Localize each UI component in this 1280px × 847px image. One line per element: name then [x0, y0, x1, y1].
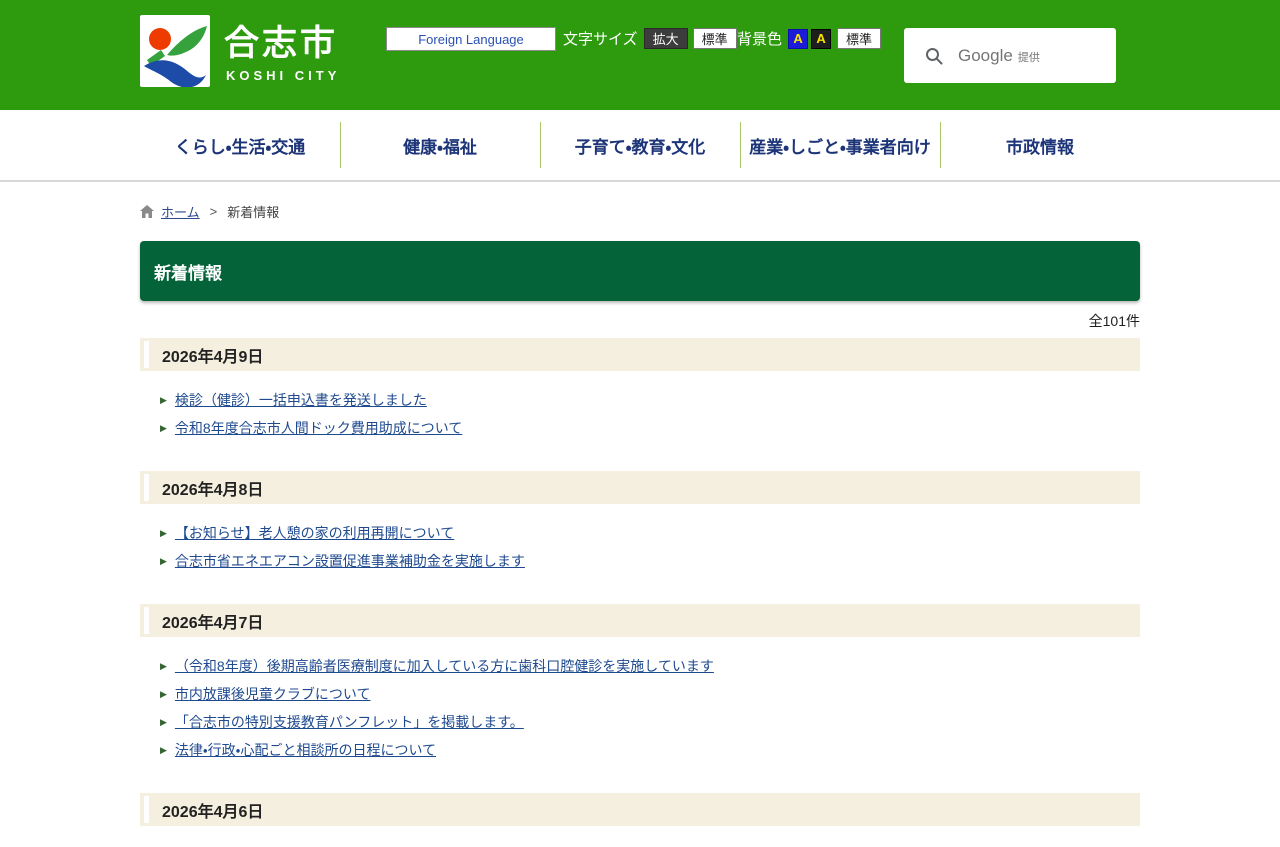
bg-color-black-button[interactable]: A [811, 28, 832, 49]
bg-color-standard-button[interactable]: 標準 [837, 28, 882, 49]
background-color-label: 背景色 [737, 31, 783, 48]
breadcrumb-separator: > [209, 204, 218, 219]
breadcrumb-current: 新着情報 [227, 205, 280, 220]
font-size-enlarge-button[interactable]: 拡大 [643, 28, 688, 49]
news-link[interactable]: 令和8年度合志市人間ドック費用助成について [175, 420, 462, 437]
news-link[interactable]: 検診（健診）一括申込書を発送しました [175, 392, 427, 409]
site-logo[interactable]: 合志市 KOSHI CITY [140, 15, 340, 87]
news-item: ▶ 令和8年度合志市人間ドック費用助成について [160, 420, 1140, 437]
news-item: ▶ （令和8年度）後期高齢者医療制度に加入している方に歯科口腔健診を実施しています [160, 658, 1140, 675]
news-link[interactable]: 法律・行政・心配ごと相談所の日程について [175, 742, 436, 759]
news-item: ▶ 市内放課後児童クラブについて [160, 686, 1140, 703]
date-heading: 2026年4月9日 [140, 338, 1140, 371]
city-name-en: KOSHI CITY [226, 68, 341, 83]
triangle-bullet-icon: ▶ [160, 745, 167, 755]
main-content: ホーム > 新着情報 新着情報 全101件 2026年4月9日 ▶ 検診（健診）一… [140, 202, 1140, 847]
search-placeholder-brand: Google [958, 45, 1013, 65]
global-nav: くらし・生活・交通 健康・福祉 子育て・教育・文化 産業・しごと・事業者向け 市… [0, 110, 1280, 182]
total-count: 全101件 [1088, 313, 1140, 329]
background-color-controls: 背景色 A A 標準 [737, 28, 882, 49]
site-search-input[interactable]: Google 提供 [904, 28, 1116, 83]
news-list: ▶ 検診（健診）一括申込書を発送しました ▶ 令和8年度合志市人間ドック費用助成につい… [140, 371, 1140, 437]
news-date-section: 2026年4月7日 ▶ （令和8年度）後期高齢者医療制度に加入している方に歯科口腔… [140, 604, 1140, 759]
site-logo-text: 合志市 KOSHI CITY [224, 15, 340, 83]
breadcrumb: ホーム > 新着情報 [140, 202, 1140, 221]
font-size-controls: 文字サイズ 拡大 標準 [563, 28, 737, 49]
site-header: 合志市 KOSHI CITY Foreign Language 文字サイズ 拡大… [0, 0, 1280, 110]
news-link[interactable]: 【お知らせ】老人憩の家の利用再開について [175, 525, 454, 542]
nav-item-kenko[interactable]: 健康・福祉 [340, 110, 540, 180]
news-date-section: 2026年4月8日 ▶ 【お知らせ】老人憩の家の利用再開について ▶ 合志市省エネエア… [140, 471, 1140, 570]
news-link[interactable]: 「合志市の特別支援教育パンフレット」を掲載します。 [175, 714, 524, 731]
news-sections: 2026年4月9日 ▶ 検診（健診）一括申込書を発送しました ▶ 令和8年度合志市人間… [140, 338, 1140, 847]
triangle-bullet-icon: ▶ [160, 528, 167, 538]
nav-item-kosodate[interactable]: 子育て・教育・文化 [540, 110, 740, 180]
triangle-bullet-icon: ▶ [160, 395, 167, 405]
nav-item-kurashi[interactable]: くらし・生活・交通 [140, 110, 340, 180]
news-list: ▶ （令和8年度）後期高齢者医療制度に加入している方に歯科口腔健診を実施しています… [140, 637, 1140, 759]
city-name: 合志市 [224, 24, 339, 63]
font-size-standard-button[interactable]: 標準 [692, 28, 737, 49]
date-heading: 2026年4月6日 [140, 793, 1140, 826]
news-link[interactable]: 合志市省エネエアコン設置促進事業補助金を実施します [175, 553, 525, 570]
news-list: ▶ 【お知らせ】老人憩の家の利用再開について ▶ 合志市省エネエアコン設置促進事業補助… [140, 504, 1140, 570]
date-heading: 2026年4月7日 [140, 604, 1140, 637]
news-item: ▶ 検診（健診）一括申込書を発送しました [160, 392, 1140, 409]
news-item: ▶ 【お知らせ】老人憩の家の利用再開について [160, 525, 1140, 542]
nav-item-sangyo[interactable]: 産業・しごと・事業者向け [740, 110, 940, 180]
nav-item-shisei[interactable]: 市政情報 [940, 110, 1140, 180]
koshi-city-emblem-icon [140, 15, 210, 87]
breadcrumb-home-link[interactable]: ホーム [161, 202, 200, 221]
page-title: 新着情報 [140, 241, 1140, 301]
bg-color-blue-button[interactable]: A [788, 28, 809, 49]
news-item: ▶ 合志市省エネエアコン設置促進事業補助金を実施します [160, 553, 1140, 570]
news-link[interactable]: 市内放課後児童クラブについて [175, 686, 371, 703]
triangle-bullet-icon: ▶ [160, 689, 167, 699]
triangle-bullet-icon: ▶ [160, 556, 167, 566]
news-link[interactable]: （令和8年度）後期高齢者医療制度に加入している方に歯科口腔健診を実施しています [175, 658, 714, 675]
home-icon [140, 205, 154, 218]
news-item: ▶ 法律・行政・心配ごと相談所の日程について [160, 742, 1140, 759]
news-list [140, 826, 1140, 847]
triangle-bullet-icon: ▶ [160, 423, 167, 433]
search-placeholder-suffix: 提供 [1017, 52, 1040, 64]
news-date-section: 2026年4月9日 ▶ 検診（健診）一括申込書を発送しました ▶ 令和8年度合志市人間… [140, 338, 1140, 437]
news-date-section: 2026年4月6日 [140, 793, 1140, 847]
triangle-bullet-icon: ▶ [160, 717, 167, 727]
font-size-label: 文字サイズ [563, 31, 638, 48]
triangle-bullet-icon: ▶ [160, 661, 167, 671]
foreign-language-button[interactable]: Foreign Language [386, 27, 556, 51]
news-item: ▶ 「合志市の特別支援教育パンフレット」を掲載します。 [160, 714, 1140, 731]
date-heading: 2026年4月8日 [140, 471, 1140, 504]
search-icon [926, 47, 943, 64]
